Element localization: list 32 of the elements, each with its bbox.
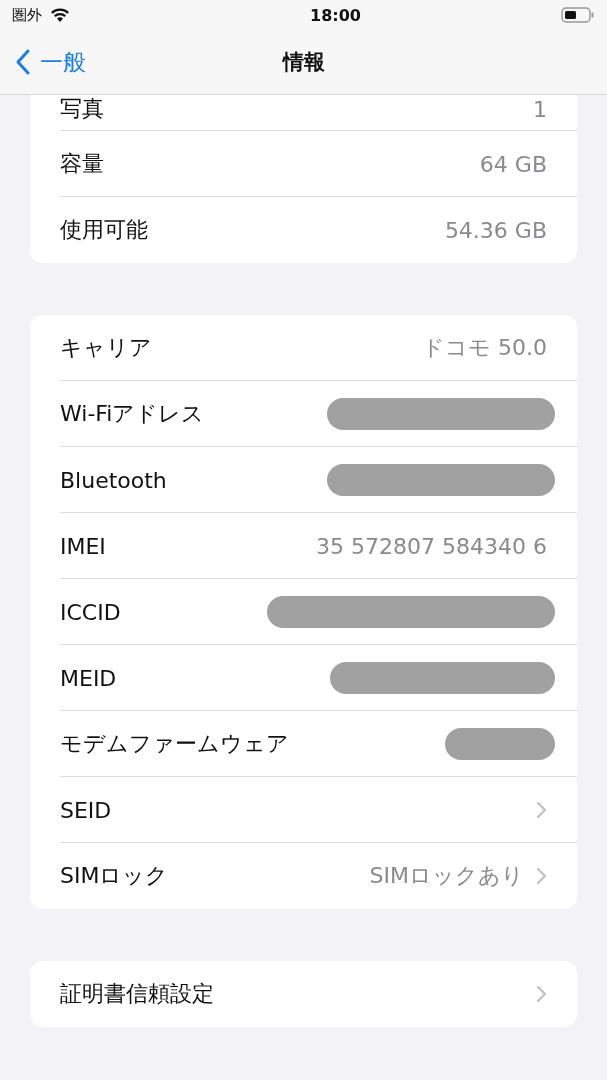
chevron-icon [536, 867, 547, 885]
row-value: SIMロックあり [369, 862, 524, 890]
row-label: SEID [60, 797, 113, 823]
chevron-icon [536, 985, 547, 1003]
row-value: 54.36 GB [444, 217, 547, 243]
row-label: IMEI [60, 533, 107, 559]
row-label: SIMロック [60, 862, 170, 890]
back-chevron-icon [16, 49, 30, 75]
chevron-icon [536, 801, 547, 819]
back-button[interactable]: 一般 [16, 46, 283, 78]
row-label: 容量 [60, 150, 105, 178]
row-label: Wi-Fiアドレス [60, 400, 206, 428]
row-label: 写真 [60, 95, 105, 123]
row-label: Bluetooth [60, 467, 168, 493]
carrier-status: 圏外 [12, 5, 42, 25]
settings-row[interactable]: SEID [30, 777, 577, 843]
wifi-icon [50, 7, 70, 23]
row-label: キャリア [60, 334, 153, 362]
clock-time: 18:00 [310, 5, 361, 25]
battery-icon [561, 7, 595, 23]
row-value: 35 572807 584340 6 [316, 533, 547, 559]
row-label: MEID [60, 665, 118, 691]
row-value: ドコモ 50.0 [422, 334, 547, 362]
row-value: 64 GB [479, 151, 547, 177]
row-label: ICCID [60, 599, 122, 625]
row-value: 1 [533, 96, 547, 122]
page-title: 情報 [282, 49, 325, 76]
row-label: 証明書信頼設定 [60, 980, 215, 1008]
settings-row[interactable]: 証明書信頼設定 [30, 961, 577, 1027]
settings-row[interactable]: SIMロック SIMロックあり [30, 843, 577, 909]
row-label: モデムファームウェア [60, 730, 290, 758]
row-label: 使用可能 [60, 216, 149, 244]
